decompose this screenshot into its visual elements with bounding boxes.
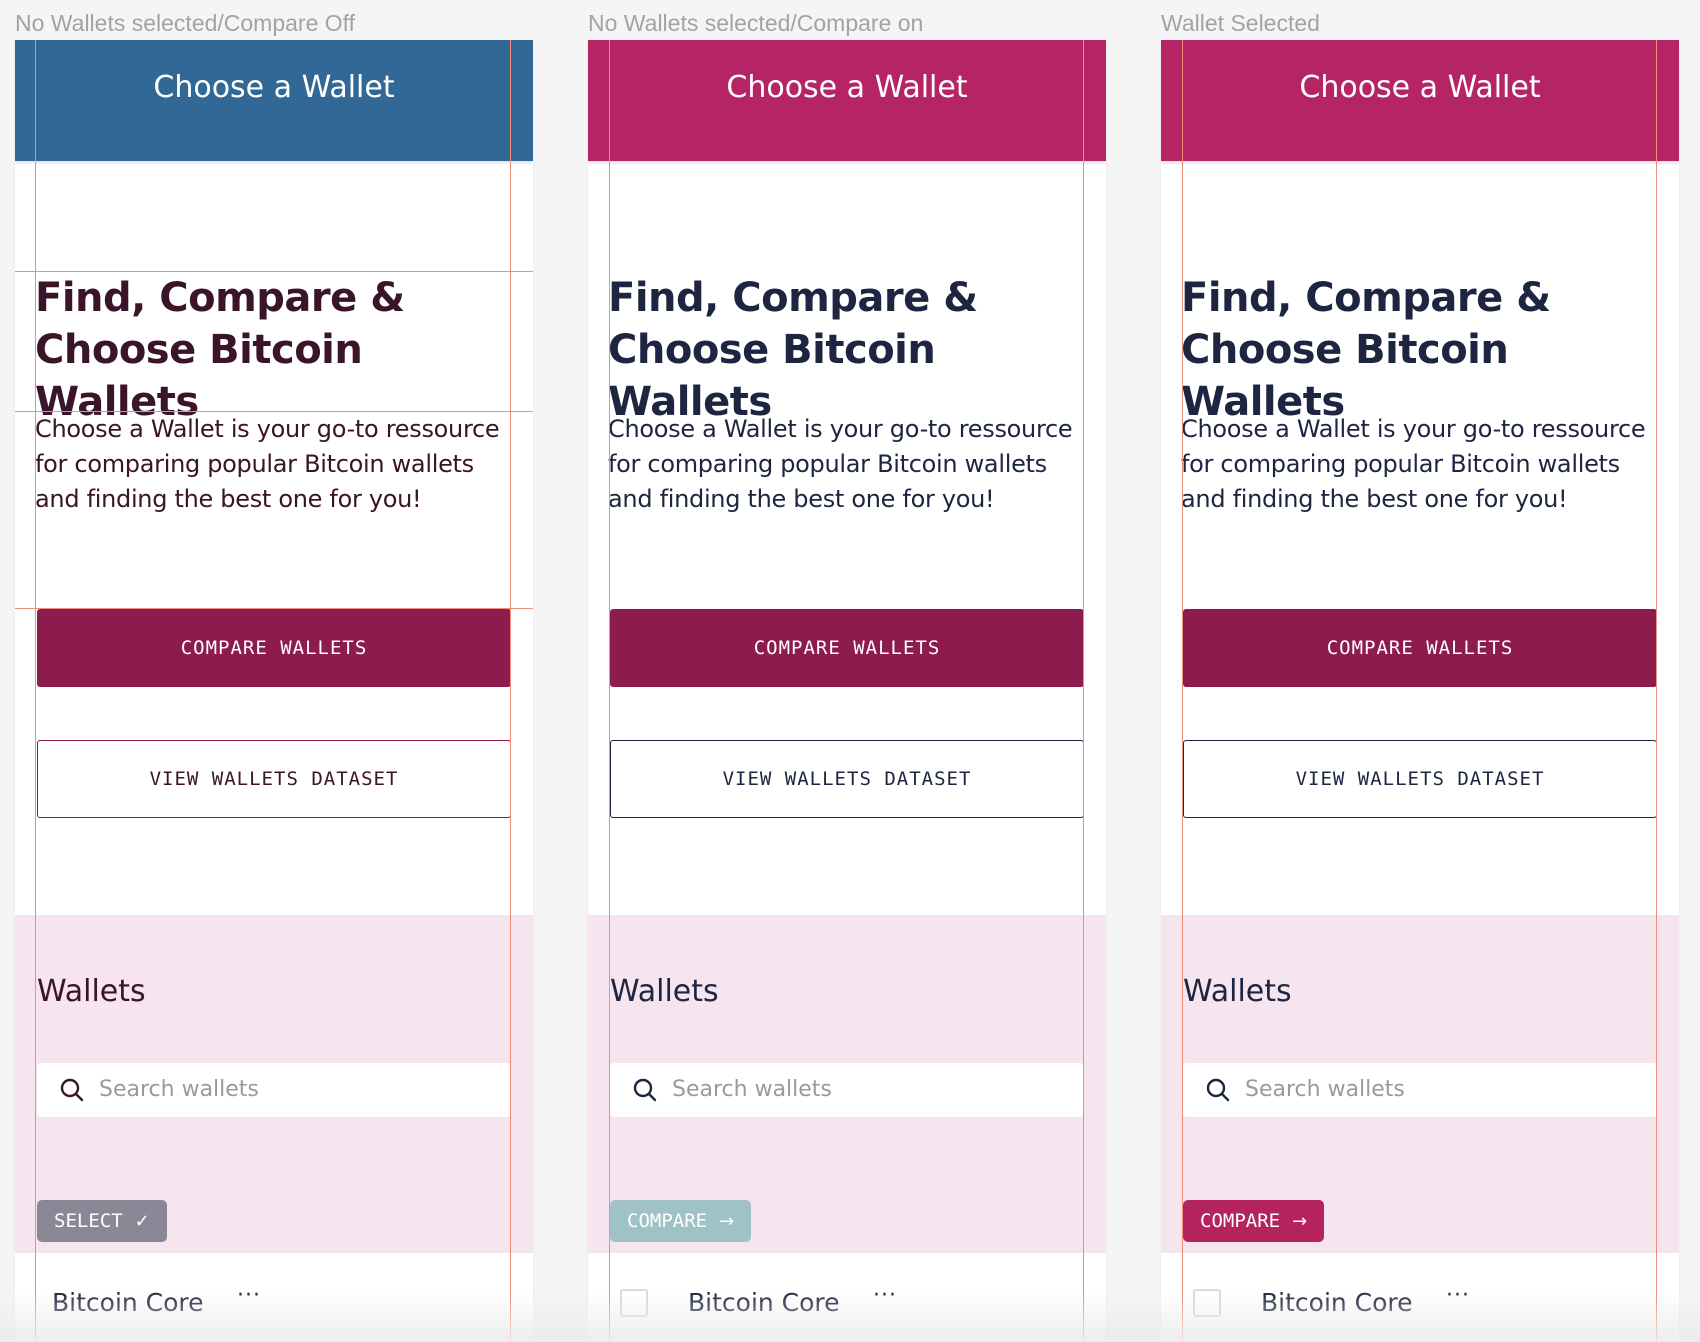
layout-guide — [510, 40, 511, 1342]
hero-title: Find, Compare & Choose Bitcoin Wallets — [35, 275, 405, 425]
frame-label: No Wallets selected/Compare Off — [15, 10, 356, 36]
hero-description: Choose a Wallet is your go-to ressource … — [35, 415, 500, 513]
search-input[interactable]: Search wallets — [1183, 1063, 1657, 1117]
layout-guide — [1083, 40, 1084, 1342]
search-placeholder: Search wallets — [672, 1077, 832, 1102]
view-dataset-button[interactable]: VIEW WALLETS DATASET — [610, 740, 1084, 818]
compare-chip-button[interactable]: COMPARE → — [1183, 1200, 1325, 1242]
phone-frame-compare-off: Choose a Wallet Find, Compare & Choose B… — [15, 40, 533, 1342]
wallet-checkbox[interactable] — [1193, 1289, 1221, 1317]
compare-wallets-button[interactable]: COMPARE WALLETS — [37, 609, 511, 687]
search-placeholder: Search wallets — [99, 1077, 259, 1102]
wallet-checkbox[interactable] — [620, 1289, 648, 1317]
wallets-heading: Wallets — [610, 974, 719, 1009]
search-icon — [1206, 1078, 1230, 1102]
app-header: Choose a Wallet — [1161, 40, 1679, 161]
app-title[interactable]: Choose a Wallet — [15, 40, 533, 161]
app-title[interactable]: Choose a Wallet — [588, 40, 1106, 161]
layout-guide — [15, 608, 533, 609]
arrow-right-icon: → — [1292, 1210, 1308, 1232]
check-icon: ✓ — [134, 1210, 150, 1232]
layout-guide — [35, 40, 36, 1342]
compare-wallets-button[interactable]: COMPARE WALLETS — [1183, 609, 1657, 687]
layout-guide — [1182, 40, 1183, 1342]
wallet-name: Bitcoin Core — [1261, 1288, 1413, 1317]
frame-label: Wallet Selected — [1161, 10, 1320, 36]
wallets-section: Wallets Search wallets SELECT ✓ — [15, 915, 533, 1253]
hero-title: Find, Compare & Choose Bitcoin Wallets — [1181, 275, 1551, 425]
more-options-icon[interactable]: ··· — [1446, 1283, 1470, 1308]
search-placeholder: Search wallets — [1245, 1077, 1405, 1102]
search-input[interactable]: Search wallets — [610, 1063, 1084, 1117]
chip-label: COMPARE — [627, 1210, 708, 1232]
frame-label: No Wallets selected/Compare on — [588, 10, 924, 36]
wallets-heading: Wallets — [1183, 974, 1292, 1009]
hero-description: Choose a Wallet is your go-to ressource … — [1181, 415, 1646, 513]
more-options-icon[interactable]: ··· — [237, 1283, 261, 1308]
layout-guide — [609, 40, 610, 1342]
hero-title: Find, Compare & Choose Bitcoin Wallets — [608, 275, 978, 425]
arrow-right-icon: → — [719, 1210, 735, 1232]
list-item[interactable]: Bitcoin Core ··· — [588, 1253, 1106, 1342]
select-chip-button[interactable]: SELECT ✓ — [37, 1200, 167, 1242]
phone-frame-wallet-selected: Choose a Wallet Find, Compare & Choose B… — [1161, 40, 1679, 1342]
wallets-section: Wallets Search wallets COMPARE → — [588, 915, 1106, 1253]
compare-wallets-button[interactable]: COMPARE WALLETS — [610, 609, 1084, 687]
compare-chip-button[interactable]: COMPARE → — [610, 1200, 752, 1242]
wallets-section: Wallets Search wallets COMPARE → — [1161, 915, 1679, 1253]
wallet-name: Bitcoin Core — [688, 1288, 840, 1317]
hero-description: Choose a Wallet is your go-to ressource … — [608, 415, 1073, 513]
more-options-icon[interactable]: ··· — [873, 1283, 897, 1308]
wallets-heading: Wallets — [37, 974, 146, 1009]
search-input[interactable]: Search wallets — [37, 1063, 511, 1117]
app-header: Choose a Wallet — [15, 40, 533, 161]
phone-frame-compare-on: Choose a Wallet Find, Compare & Choose B… — [588, 40, 1106, 1342]
app-header: Choose a Wallet — [588, 40, 1106, 161]
layout-guide — [15, 271, 533, 272]
search-icon — [633, 1078, 657, 1102]
app-title[interactable]: Choose a Wallet — [1161, 40, 1679, 161]
layout-guide — [1656, 40, 1657, 1342]
layout-guide — [15, 411, 533, 412]
wallet-name: Bitcoin Core — [52, 1288, 204, 1317]
view-dataset-button[interactable]: VIEW WALLETS DATASET — [1183, 740, 1657, 818]
chip-label: SELECT — [54, 1210, 123, 1232]
view-dataset-button[interactable]: VIEW WALLETS DATASET — [37, 740, 511, 818]
search-icon — [60, 1078, 84, 1102]
list-item[interactable]: Bitcoin Core ··· — [1161, 1253, 1679, 1342]
chip-label: COMPARE — [1200, 1210, 1281, 1232]
list-item[interactable]: Bitcoin Core ··· — [15, 1253, 533, 1342]
